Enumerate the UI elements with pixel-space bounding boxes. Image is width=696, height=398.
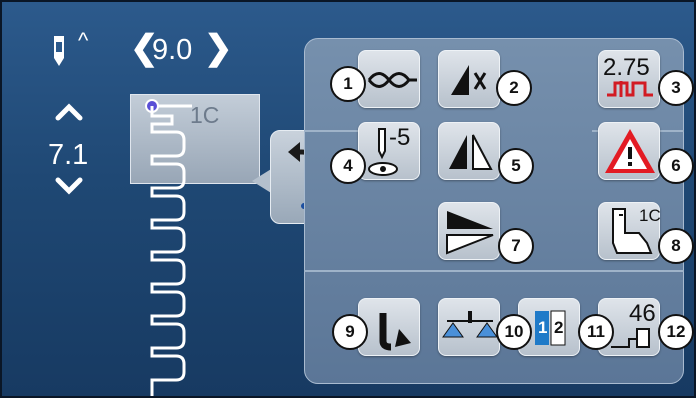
callout-7: 7 xyxy=(498,228,534,264)
needle-caret-icon: ^ xyxy=(78,28,89,53)
presser-foot-button[interactable]: 1C xyxy=(598,202,661,260)
needle-stop-value: -5 xyxy=(389,124,411,151)
stitch-pattern-preview xyxy=(145,99,192,396)
callout-10: 10 xyxy=(496,314,532,350)
callout-8: 8 xyxy=(658,228,694,264)
callout-9: 9 xyxy=(332,314,368,350)
length-decrease-button[interactable] xyxy=(54,174,84,198)
mirror-button[interactable] xyxy=(438,122,500,180)
sequence-2-label: 2 xyxy=(554,318,564,337)
stitch-length-icon xyxy=(607,81,653,97)
callout-4: 4 xyxy=(330,148,366,184)
callout-1: 1 xyxy=(330,66,366,102)
needle-stop-button[interactable]: -5 xyxy=(358,122,420,180)
knot-icon xyxy=(367,72,417,88)
triangle-repeat-icon xyxy=(451,65,487,95)
pattern-direction-button[interactable] xyxy=(438,202,500,260)
direction-triangle-icon xyxy=(446,211,494,255)
return-arrow-icon xyxy=(379,313,411,351)
sewing-screen: ^ ❮ 9.0 ❯ 7.1 1C 2.75 -5 1C 1 2 46 1 2 3… xyxy=(0,0,696,398)
panel-divider xyxy=(304,270,684,272)
callout-11: 11 xyxy=(578,314,614,350)
balance-button[interactable] xyxy=(438,298,500,356)
length-increase-button[interactable] xyxy=(54,100,84,124)
callout-2: 2 xyxy=(496,70,532,106)
pattern-repeat-button[interactable] xyxy=(438,50,500,108)
alert-button[interactable] xyxy=(598,122,660,180)
warning-icon xyxy=(605,129,655,173)
callout-3: 3 xyxy=(658,70,694,106)
width-increase-button[interactable]: ❯ xyxy=(204,28,233,68)
mirror-icon xyxy=(449,134,493,170)
securing-button[interactable] xyxy=(358,50,420,108)
callout-12: 12 xyxy=(658,314,694,350)
sequence-1-label: 1 xyxy=(538,318,548,337)
callout-5: 5 xyxy=(498,148,534,184)
needle-position-icon[interactable] xyxy=(46,32,76,72)
stitch-length-button[interactable]: 2.75 xyxy=(598,50,660,108)
presser-foot-label: 1C xyxy=(639,206,661,225)
callout-6: 6 xyxy=(658,148,694,184)
stitch-width-value: 9.0 xyxy=(152,34,193,66)
balance-scale-icon xyxy=(442,311,498,338)
stitch-length-value: 7.1 xyxy=(48,139,89,171)
